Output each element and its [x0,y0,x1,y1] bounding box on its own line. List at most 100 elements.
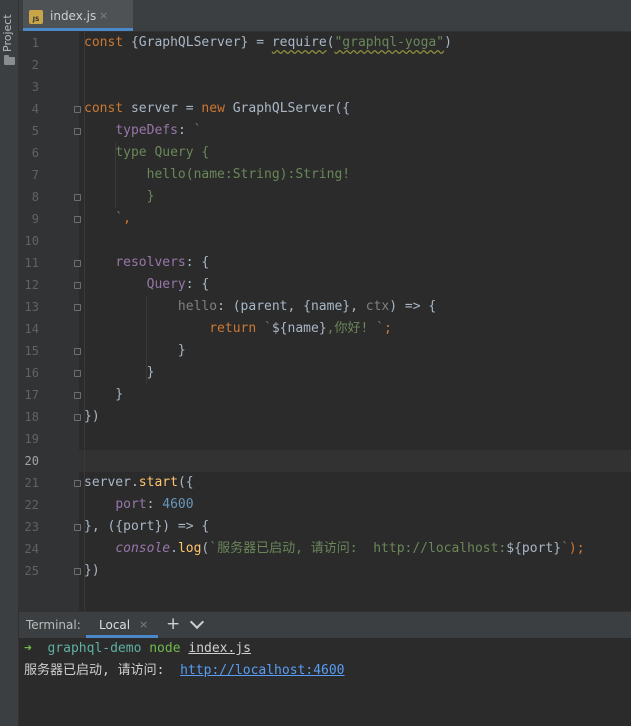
token: `服务器已启动, 请访问: http://localhost: [209,541,507,556]
token: GraphQLServer({ [232,101,351,116]
token: , [123,211,131,226]
code-line-23: }, ({port}) => { [84,516,209,538]
fold-marker-icon[interactable] [74,370,81,377]
token: }) [84,409,100,424]
project-tool-button[interactable]: Project [1,14,14,52]
token: : { [185,255,210,270]
code-line-7: hello(name:String):String! [84,164,351,186]
token: } [84,365,155,380]
terminal-file-link[interactable]: index.js [188,641,251,656]
terminal-url-link[interactable]: http://localhost:4600 [180,663,344,678]
code-line-24: console.log(`服务器已启动, 请访问: http://localho… [84,538,585,560]
tab-filename: index.js [50,9,97,23]
fold-marker-icon[interactable] [74,414,81,421]
code-line-15: } [84,340,186,362]
token: ctx [365,299,390,314]
code-line-5: typeDefs: ` [84,120,201,142]
token: return [209,321,265,336]
fold-marker-icon[interactable] [74,128,81,135]
line-number: 11 [24,256,39,270]
code-line-21: server.start({ [84,472,194,494]
chevron-down-icon[interactable] [189,614,205,630]
line-number: 25 [24,564,39,578]
terminal-header: Terminal: Local × + [19,612,631,638]
token: resolvers [115,255,186,270]
fold-marker-icon[interactable] [74,524,81,531]
token: 4600 [162,497,194,512]
fold-marker-icon[interactable] [74,480,81,487]
line-number: 17 [24,388,39,402]
token: } [84,189,155,204]
close-icon[interactable]: × [139,618,148,631]
fold-marker-icon[interactable] [74,106,81,113]
line-number: 6 [31,146,39,160]
code-line-14: return `${name},你好! `; [84,318,392,340]
token: new [201,101,233,116]
token: port [115,497,147,512]
fold-marker-icon[interactable] [74,348,81,355]
token: "graphql-yoga" [334,35,445,50]
token: : { [185,277,210,292]
token: hello [177,299,218,314]
folder-icon[interactable] [4,55,15,65]
fold-marker-icon[interactable] [74,216,81,223]
fold-marker-icon[interactable] [74,304,81,311]
code-line-9: `, [84,208,131,230]
close-tab-icon[interactable]: × [99,9,108,22]
token: ({ [177,475,194,490]
line-number: 12 [24,278,39,292]
token: {GraphQLServer} = [130,35,272,50]
js-file-icon: JS [29,10,43,24]
code-line-22: port: 4600 [84,494,194,516]
token: name [310,299,343,314]
token: : (parent, { [217,299,311,314]
token: require [271,35,327,50]
token: }, ({port}) => { [84,519,210,534]
code-line-16: } [84,362,155,384]
fold-marker-icon[interactable] [74,260,81,267]
token: }) [84,563,100,578]
line-number: 15 [24,344,39,358]
fold-marker-icon[interactable] [74,194,81,201]
line-number: 2 [31,58,39,72]
token: log [177,541,202,556]
editor-tab-index-js[interactable]: JS index.js × [23,0,133,31]
token: . [170,541,178,556]
terminal-panel: Terminal: Local × + ➜ graphql-demo node … [19,611,631,726]
terminal-cwd: graphql-demo [47,641,142,656]
terminal-tab-local[interactable]: Local × [86,612,158,638]
token: ${port} [506,541,562,556]
editor-tab-bar: JS index.js × [19,0,631,32]
new-terminal-button[interactable]: + [166,614,180,634]
code-line-17: } [84,384,123,406]
token: start [138,475,178,490]
terminal-command-line[interactable]: ➜ graphql-demo node index.js [24,638,251,660]
token: server. [84,475,139,490]
code-editor[interactable]: 1 2 3 4 5 6 7 8 9 10 11 12 13 14 15 16 1… [19,32,631,611]
terminal-output-line: 服务器已启动, 请访问: http://localhost:4600 [24,660,345,682]
token: ` [84,211,124,226]
token: : [177,123,194,138]
fold-marker-icon[interactable] [74,282,81,289]
token: }, [342,299,366,314]
token: } [84,343,186,358]
code-line-13: hello: (parent, {name}, ctx) => { [84,296,436,318]
line-number: 21 [24,476,39,490]
token: : [146,497,163,512]
line-number-current: 20 [24,454,39,468]
code-line-25: }) [84,560,100,582]
token: ); [568,541,585,556]
token: ${name} [271,321,327,336]
token: ` [561,541,569,556]
fold-marker-icon[interactable] [74,392,81,399]
line-number: 1 [31,36,39,50]
fold-marker-icon[interactable] [74,568,81,575]
token: const [84,101,131,116]
code-line-11: resolvers: { [84,252,209,274]
